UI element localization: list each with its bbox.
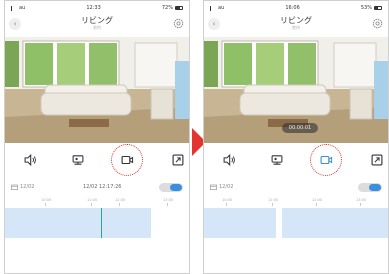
tick-mark	[360, 203, 361, 206]
camera-switch-icon[interactable]	[71, 153, 85, 167]
camera-switch-icon[interactable]	[270, 153, 284, 167]
view-toggle[interactable]	[358, 183, 382, 192]
camera-live-view[interactable]: 00:00:01	[204, 37, 388, 143]
tick-mark	[316, 203, 317, 206]
tick-label: 13:00	[356, 198, 367, 202]
playback-timeline[interactable]: 10:00 11:00 12:00 13:00	[204, 197, 388, 249]
tick-label: 11:00	[268, 198, 279, 202]
recording-timer: 00:00:01	[282, 123, 318, 133]
tick-label: 12:00	[115, 198, 126, 202]
date-row: 12/02	[204, 182, 388, 194]
playback-timeline[interactable]: 10:00 11:00 12:00 13:00	[5, 197, 189, 249]
tick-label: 10:00	[41, 198, 52, 202]
page-subtitle: 宅内	[93, 25, 101, 30]
screenshot-icon[interactable]	[370, 153, 384, 167]
status-time: 12:33	[86, 5, 101, 11]
date-row: 12/02 12/02 12:17:26	[5, 182, 189, 194]
recording-segment[interactable]	[5, 208, 151, 238]
tick-mark	[167, 203, 168, 206]
living-room-image	[5, 37, 189, 143]
speaker-icon[interactable]	[222, 153, 236, 167]
camera-live-view[interactable]	[5, 37, 189, 143]
nav-bar: ‹ リビング 宅内	[204, 13, 388, 35]
view-toggle[interactable]	[159, 183, 183, 192]
toggle-knob	[170, 184, 182, 191]
playback-timestamp: 12/02 12:17:26	[83, 184, 122, 190]
timeline-ticks: 10:00 11:00 12:00 13:00	[5, 197, 189, 207]
battery-icon	[175, 6, 183, 10]
camera-controls	[5, 144, 189, 176]
battery-icon	[374, 6, 382, 10]
tick-mark	[91, 203, 92, 206]
toggle-knob	[369, 184, 381, 191]
nav-bar: ‹ リビング 宅内	[5, 13, 189, 35]
calendar-icon[interactable]	[11, 184, 18, 190]
phone-screen-after: au 16:06 53% ‹ リビング 宅内 00:00:01 12/02 10…	[203, 0, 389, 274]
recording-segment[interactable]	[282, 208, 388, 238]
camera-controls	[204, 144, 388, 176]
tick-mark	[226, 203, 227, 206]
phone-screen-before: au 12:33 72% ‹ リビング 宅内 12/02 12/02 12:17…	[4, 0, 190, 274]
signal-icon	[210, 5, 216, 11]
timeline-cursor[interactable]	[101, 208, 102, 238]
status-bar: au 12:33 72%	[5, 3, 189, 13]
page-subtitle: 宅内	[292, 25, 300, 30]
tick-label: 12:00	[312, 198, 323, 202]
date-label[interactable]: 12/02	[20, 184, 34, 190]
calendar-icon[interactable]	[210, 184, 217, 190]
speaker-icon[interactable]	[23, 153, 37, 167]
recording-segment[interactable]	[204, 208, 276, 238]
tick-mark	[272, 203, 273, 206]
tick-label: 11:00	[87, 198, 98, 202]
carrier-label: au	[218, 5, 225, 11]
video-record-icon[interactable]	[319, 153, 333, 167]
tick-label: 13:00	[163, 198, 174, 202]
video-record-icon[interactable]	[120, 153, 134, 167]
timeline-ticks: 10:00 11:00 12:00 13:00	[204, 197, 388, 207]
tick-label: 10:00	[222, 198, 233, 202]
screenshot-icon[interactable]	[171, 153, 185, 167]
signal-icon	[11, 5, 17, 11]
status-time: 16:06	[285, 5, 300, 11]
gear-icon[interactable]	[371, 17, 384, 30]
battery-percent: 53%	[360, 5, 372, 11]
date-label[interactable]: 12/02	[219, 184, 233, 190]
status-bar: au 16:06 53%	[204, 3, 388, 13]
tick-mark	[45, 203, 46, 206]
gear-icon[interactable]	[172, 17, 185, 30]
battery-percent: 72%	[161, 5, 173, 11]
tick-mark	[119, 203, 120, 206]
carrier-label: au	[19, 5, 26, 11]
